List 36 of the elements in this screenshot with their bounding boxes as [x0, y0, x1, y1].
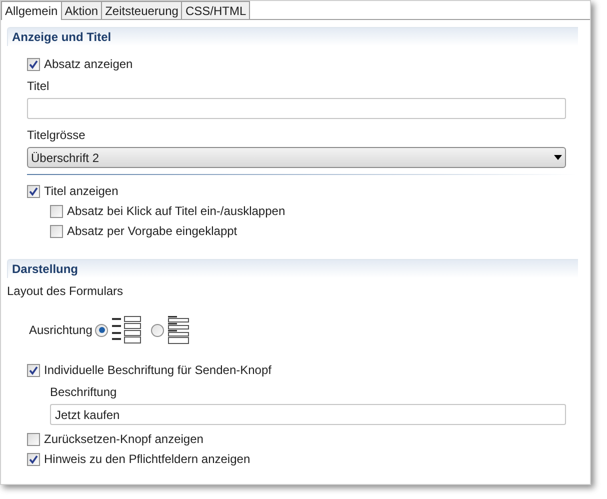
field-label: Titelgrösse	[27, 127, 86, 144]
checkbox[interactable]	[50, 204, 63, 218]
tab[interactable]: Aktion	[62, 1, 102, 19]
section-header: Darstellung	[7, 259, 578, 278]
radio-group-label: Ausrichtung	[29, 322, 92, 339]
checkbox[interactable]	[27, 58, 40, 70]
radio-button[interactable]	[95, 324, 108, 336]
checkmark-icon	[29, 454, 38, 464]
field-label: Beschriftung	[50, 384, 118, 401]
checkbox[interactable]	[27, 452, 40, 466]
checkmark-icon	[29, 60, 38, 68]
text-field[interactable]	[27, 98, 566, 119]
checkmark-icon	[29, 366, 38, 374]
section-header: Anzeige und Titel	[7, 27, 578, 46]
checkbox[interactable]	[50, 224, 63, 238]
checkmark-icon	[29, 186, 38, 196]
dropdown-arrow-icon	[554, 155, 562, 160]
form-layout-icon	[112, 316, 142, 344]
text-field[interactable]: Jetzt kaufen	[50, 404, 566, 425]
subsection-label: Layout des Formulars	[7, 283, 124, 300]
checkbox[interactable]	[27, 364, 40, 376]
dropdown[interactable]: Überschrift 2	[27, 147, 566, 168]
field-label: Titel	[27, 78, 50, 95]
checkbox-label: Zurücksetzen-Knopf anzeigen	[44, 431, 204, 448]
checkbox-label: Individuelle Beschriftung für Senden-Knopf	[44, 362, 272, 379]
checkbox-label: Absatz per Vorgabe eingeklappt	[67, 223, 238, 240]
tab[interactable]: CSS/HTML	[182, 1, 250, 19]
checkbox-label: Titel anzeigen	[44, 183, 118, 200]
checkbox[interactable]	[27, 184, 40, 198]
checkbox-label: Hinweis zu den Pflichtfeldern anzeigen	[44, 451, 250, 468]
tab[interactable]: Allgemein	[1, 1, 62, 20]
checkbox[interactable]	[27, 432, 40, 446]
checkbox-label: Absatz anzeigen	[44, 56, 133, 73]
checkbox-label: Absatz bei Klick auf Titel ein-/ausklappen	[67, 203, 286, 220]
radio-button[interactable]	[151, 324, 164, 336]
tab[interactable]: Zeitsteuerung	[102, 1, 182, 19]
